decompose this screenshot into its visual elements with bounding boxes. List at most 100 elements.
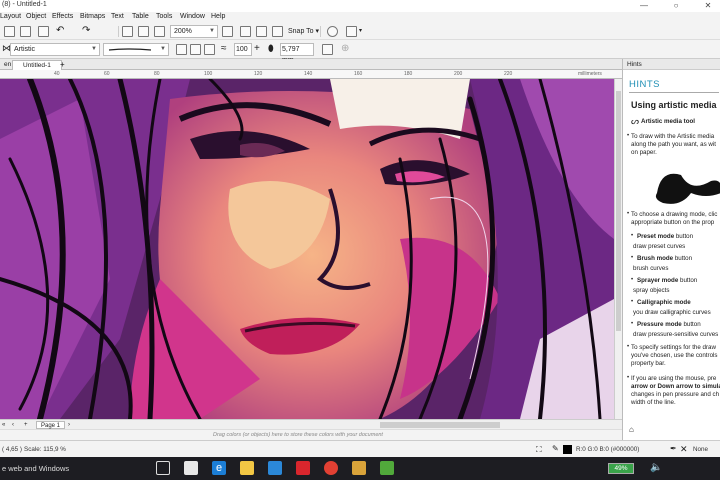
menu-object[interactable]: Object: [26, 13, 46, 20]
artistic-media-tool-icon: ᔕ: [631, 116, 640, 126]
cursor-coords: ( 4,65 ): [2, 446, 22, 453]
import-icon[interactable]: [122, 26, 133, 37]
scale-with-object-icon[interactable]: [322, 44, 333, 55]
security-icon[interactable]: [296, 461, 310, 475]
task-view-icon[interactable]: [156, 461, 170, 475]
mode-pressure-desc: draw pressure-sensitive curves: [633, 331, 719, 338]
bullet: •: [631, 233, 634, 239]
menu-text[interactable]: Text: [111, 13, 124, 20]
color-readout: R:0 G:0 B:0 (#000000): [576, 446, 640, 453]
vertical-scroll-thumb[interactable]: [616, 91, 621, 331]
para1-line3: on paper.: [631, 149, 657, 156]
rulers-icon[interactable]: [240, 26, 251, 37]
ruler-tick: 220: [504, 71, 513, 77]
bullet: •: [627, 133, 630, 139]
bullet: •: [631, 321, 634, 327]
ruler-unit: millimeters: [578, 71, 602, 77]
drawing-canvas[interactable]: [0, 79, 614, 419]
volume-icon[interactable]: 🔈: [650, 462, 662, 473]
para1-line2: along the path you want, as wit: [631, 141, 716, 148]
brush-category-dropdown[interactable]: Artistic ▼: [10, 43, 100, 56]
mail-icon[interactable]: [184, 461, 198, 475]
snap-to-label: Snap To: [288, 28, 314, 35]
mode-preset: Preset mode button: [637, 233, 694, 240]
explorer-icon[interactable]: [240, 461, 254, 475]
plus-icon[interactable]: +: [254, 43, 260, 54]
browse-folder-icon[interactable]: [176, 44, 187, 55]
cortana-search[interactable]: e web and Windows: [2, 464, 69, 473]
minimize-button[interactable]: —: [632, 0, 656, 12]
mode-sprayer: Sprayer mode button: [637, 277, 698, 284]
outline-pen-icon[interactable]: ✒: [670, 444, 677, 453]
chevron-down-icon: ▼: [160, 46, 166, 52]
guidelines-icon[interactable]: [272, 26, 283, 37]
full-screen-icon[interactable]: [222, 26, 233, 37]
fill-color-swatch[interactable]: [563, 445, 572, 454]
mode-calligraphic: Calligraphic mode: [637, 299, 691, 306]
horizontal-ruler[interactable]: 40 60 80 100 120 140 160 180 200 220 mil…: [0, 70, 622, 79]
brush-stroke-dropdown[interactable]: ▼: [103, 43, 169, 56]
home-icon[interactable]: ⌂: [629, 425, 634, 434]
undo-icon[interactable]: ↶: [56, 26, 67, 37]
separator: [320, 26, 321, 37]
para3-line1: To specify settings for the draw: [631, 344, 716, 351]
smoothing-field[interactable]: 100: [234, 43, 252, 56]
menu-table[interactable]: Table: [132, 13, 149, 20]
edge-icon[interactable]: e: [212, 461, 226, 475]
mode-preset-desc: draw preset curves: [633, 243, 686, 250]
menu-bitmaps[interactable]: Bitmaps: [80, 13, 105, 20]
chrome-icon[interactable]: [324, 461, 338, 475]
para2-line2: appropriate button on the prop: [631, 219, 715, 226]
document-palette[interactable]: Drag colors (or objects) here to store t…: [0, 429, 622, 440]
first-page-button[interactable]: «: [2, 421, 5, 429]
publish-pdf-icon[interactable]: [154, 26, 165, 37]
export-icon[interactable]: [138, 26, 149, 37]
tab-untitled-1[interactable]: Untitled-1: [12, 60, 62, 70]
horizontal-scroll-thumb[interactable]: [380, 422, 500, 428]
new-document-icon[interactable]: [4, 26, 15, 37]
menu-window[interactable]: Window: [180, 13, 205, 20]
game-icon[interactable]: [352, 461, 366, 475]
prev-page-button[interactable]: ‹: [12, 421, 14, 429]
mode-pressure: Pressure mode button: [637, 321, 701, 328]
add-page-button[interactable]: +: [24, 421, 28, 429]
close-button[interactable]: ✕: [696, 0, 720, 12]
para3-line2: you've chosen, use the controls: [631, 352, 718, 359]
stroke-width-field[interactable]: 5,797 mm: [280, 43, 314, 64]
save-stroke-icon[interactable]: [190, 44, 201, 55]
ruler-tick: 100: [204, 71, 213, 77]
zoom-scale: Scale: 115,9 %: [24, 446, 66, 453]
page-tab[interactable]: Page 1: [36, 421, 66, 429]
add-icon[interactable]: ⊕: [341, 43, 349, 54]
menu-effects[interactable]: Effects: [52, 13, 73, 20]
application-launcher-icon[interactable]: [346, 26, 357, 37]
coreldraw-icon[interactable]: [380, 461, 394, 475]
redo-icon[interactable]: ↷: [82, 26, 93, 37]
battery-indicator[interactable]: 49%: [608, 463, 634, 474]
mode-sprayer-desc: spray objects: [633, 287, 670, 294]
next-page-button[interactable]: ›: [68, 421, 70, 429]
add-tab-button[interactable]: +: [56, 60, 69, 70]
restore-button[interactable]: ○: [664, 0, 688, 12]
options-gear-icon[interactable]: [327, 26, 338, 37]
artwork-illustration: [0, 79, 614, 419]
docker-tab[interactable]: Hints: [623, 59, 720, 70]
color-eyedropper-icon[interactable]: ✎: [552, 444, 559, 453]
menu-tools[interactable]: Tools: [156, 13, 172, 20]
store-icon[interactable]: [268, 461, 282, 475]
grid-icon[interactable]: [256, 26, 267, 37]
zoom-level-dropdown[interactable]: 200% ▼: [170, 25, 218, 38]
menu-layout[interactable]: Layout: [0, 13, 21, 20]
bullet: •: [627, 344, 630, 350]
save-icon[interactable]: [38, 26, 49, 37]
vertical-scrollbar[interactable]: [614, 79, 622, 419]
open-icon[interactable]: [20, 26, 31, 37]
menu-help[interactable]: Help: [211, 13, 225, 20]
smoothing-value: 100: [236, 46, 248, 53]
chevron-down-icon: ▾: [315, 28, 320, 35]
brush-category-value: Artistic: [14, 46, 35, 53]
window-title: (8) - Untitled-1: [2, 1, 47, 8]
delete-icon[interactable]: [204, 44, 215, 55]
fill-icon[interactable]: ⛶: [536, 445, 542, 455]
snap-to-dropdown[interactable]: Snap To ▾: [288, 27, 319, 35]
